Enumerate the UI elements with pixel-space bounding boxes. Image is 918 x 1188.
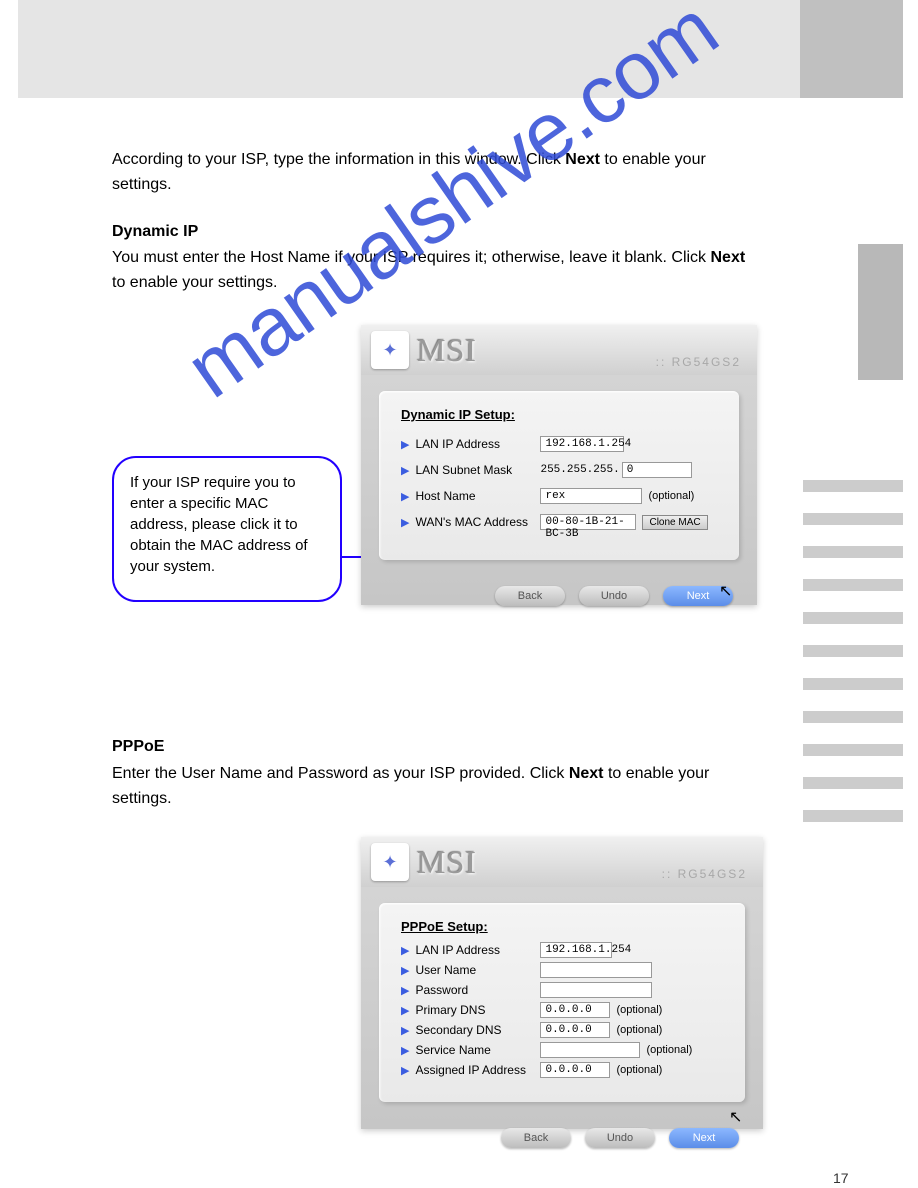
optional-label: (optional) [648,490,694,502]
field-label: Secondary DNS [415,1023,540,1037]
field-label: Password [415,983,540,997]
header-corner [800,0,903,98]
pppoe-screenshot: ✦ MSI :: RG54GS2 PPPoE Setup: ▶ LAN IP Ad… [361,837,763,1129]
model-text: :: RG54GS2 [656,355,741,369]
clone-mac-button[interactable]: Clone MAC [642,515,707,530]
bullet-icon: ▶ [401,944,409,957]
optional-label: (optional) [616,1064,662,1076]
optional-label: (optional) [616,1004,662,1016]
bullet-icon: ▶ [401,1044,409,1057]
next-button[interactable]: Next [663,586,733,606]
service-name-input[interactable] [540,1042,640,1058]
host-name-input[interactable]: rex [540,488,642,504]
user-name-input[interactable] [540,962,652,978]
back-button[interactable]: Back [495,586,565,606]
msi-logo-icon: ✦ [371,843,409,881]
field-label: User Name [415,963,540,977]
lan-ip-input[interactable]: 192.168.1.254 [540,436,624,452]
side-stripes [803,480,903,843]
pppoe-heading: PPPoE [112,735,164,760]
subnet-input[interactable]: 0 [622,462,692,478]
side-tab [858,244,903,380]
section-title: Dynamic IP Setup: [401,407,717,422]
field-label: Assigned IP Address [415,1063,540,1077]
section-title: PPPoE Setup: [401,919,723,934]
undo-button[interactable]: Undo [579,586,649,606]
bullet-icon: ▶ [401,1004,409,1017]
field-label: LAN IP Address [415,943,540,957]
primary-dns-input[interactable]: 0.0.0.0 [540,1002,610,1018]
field-label: Host Name [415,489,540,503]
bullet-icon: ▶ [401,464,409,477]
bullet-icon: ▶ [401,1024,409,1037]
brand-text: MSI [417,332,477,369]
bullet-icon: ▶ [401,438,409,451]
password-input[interactable] [540,982,652,998]
msi-logo-icon: ✦ [371,331,409,369]
field-label: Primary DNS [415,1003,540,1017]
subnet-row: ▶ LAN Subnet Mask 255.255.255. 0 [401,462,717,478]
bullet-icon: ▶ [401,984,409,997]
header-banner [18,0,800,98]
pppoe-paragraph: Enter the User Name and Password as your… [112,762,752,812]
field-label: Service Name [415,1043,540,1057]
field-label: LAN IP Address [415,437,540,451]
assigned-ip-input[interactable]: 0.0.0.0 [540,1062,610,1078]
dynamic-ip-paragraph: You must enter the Host Name if your ISP… [112,246,752,296]
field-label: LAN Subnet Mask [415,463,540,477]
bullet-icon: ▶ [401,516,409,529]
bullet-icon: ▶ [401,964,409,977]
model-text: :: RG54GS2 [662,867,747,881]
bullet-icon: ▶ [401,1064,409,1077]
host-name-row: ▶ Host Name rex (optional) [401,488,717,504]
field-label: WAN's MAC Address [415,515,540,529]
bullet-icon: ▶ [401,490,409,503]
lan-ip-input[interactable]: 192.168.1.254 [540,942,612,958]
optional-label: (optional) [646,1044,692,1056]
undo-button[interactable]: Undo [585,1128,655,1148]
intro-paragraph: According to your ISP, type the informat… [112,148,752,198]
wan-mac-input[interactable]: 00-80-1B-21-BC-3B [540,514,636,530]
dynamic-ip-heading: Dynamic IP [112,220,198,245]
optional-label: (optional) [616,1024,662,1036]
dynamic-ip-screenshot: ✦ MSI :: RG54GS2 Dynamic IP Setup: ▶ LAN… [361,325,757,605]
clone-mac-callout: If your ISP require you to enter a speci… [112,456,342,602]
wan-mac-row: ▶ WAN's MAC Address 00-80-1B-21-BC-3B Cl… [401,514,717,530]
next-button[interactable]: Next [669,1128,739,1148]
subnet-prefix: 255.255.255. [540,464,619,476]
lan-ip-row: ▶ LAN IP Address 192.168.1.254 [401,436,717,452]
brand-text: MSI [417,844,477,881]
page-number: 17 [833,1170,849,1186]
secondary-dns-input[interactable]: 0.0.0.0 [540,1022,610,1038]
back-button[interactable]: Back [501,1128,571,1148]
